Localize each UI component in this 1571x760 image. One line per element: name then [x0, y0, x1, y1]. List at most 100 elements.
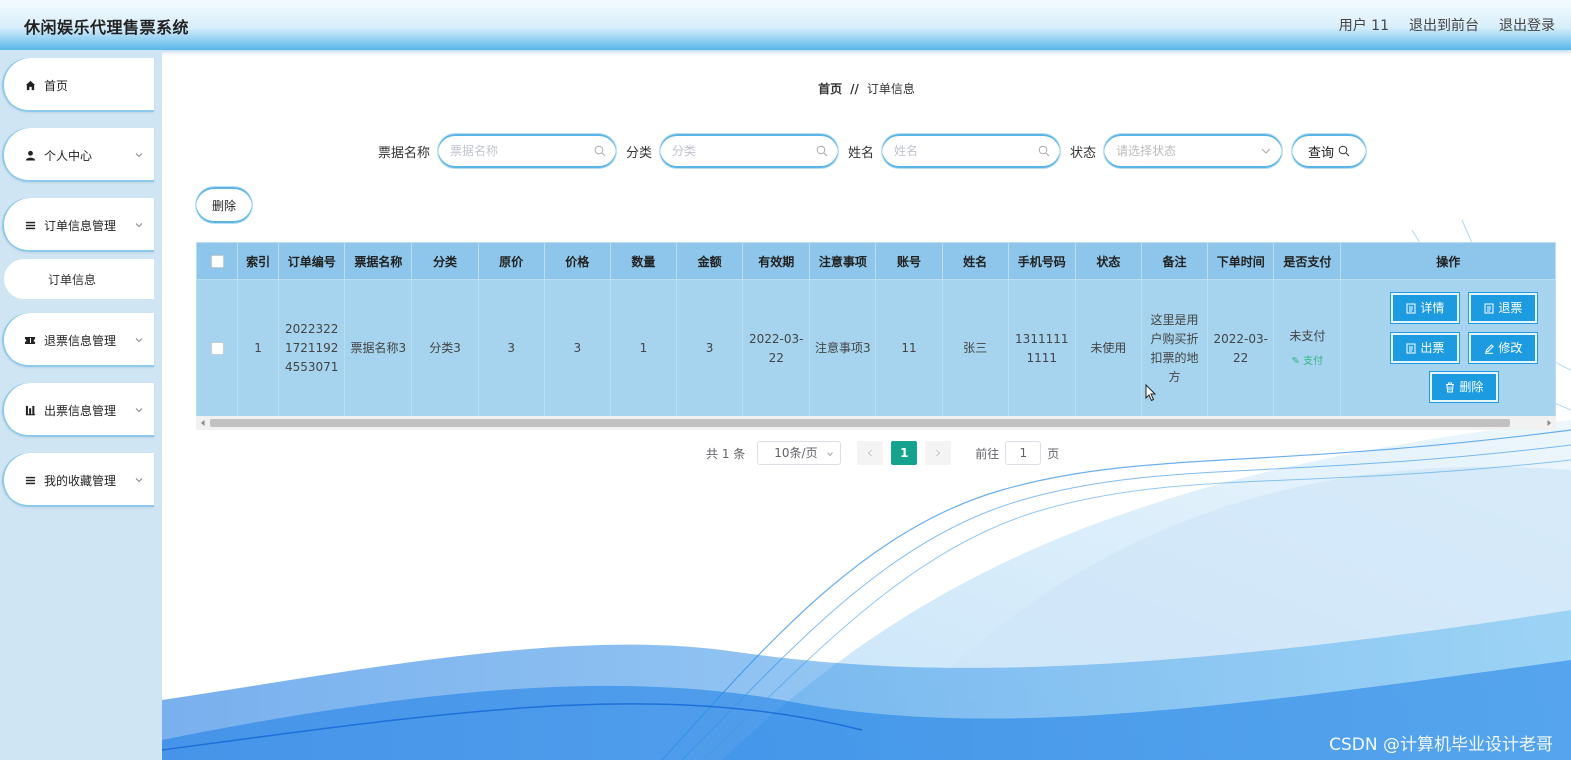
sidebar-item-label: 退票信息管理 [44, 333, 117, 348]
row-checkbox[interactable] [210, 342, 224, 355]
status-label: 状态 [1070, 145, 1097, 161]
page-number-active[interactable]: 1 [891, 441, 918, 465]
column-header: 状态 [1074, 242, 1142, 280]
user-label[interactable]: 用户 11 [1339, 15, 1389, 35]
column-header: 操作 [1340, 242, 1556, 280]
sidebar-item-personal-center[interactable]: 个人中心 [2, 128, 154, 182]
list-icon [24, 219, 36, 231]
pay-link[interactable]: ✎ 支付 [1278, 352, 1336, 371]
sidebar-item-order-management[interactable]: 订单信息管理 [2, 198, 154, 252]
name-input-wrap [882, 134, 1061, 168]
total-count: 共 1 条 [706, 446, 746, 461]
batch-delete-button[interactable]: 删除 [196, 187, 252, 223]
column-header: 票据名称 [344, 242, 413, 280]
column-header: 注意事项 [809, 242, 877, 280]
next-page-button[interactable] [925, 441, 952, 465]
pay-link-label: 支付 [1303, 355, 1324, 367]
breadcrumb-home[interactable]: 首页 [818, 82, 842, 96]
query-button[interactable]: 查询 [1292, 134, 1367, 168]
cell-notice: 注意事项3 [809, 279, 877, 418]
action-buttons: 详情 退票 出票 修改 删除 [1341, 280, 1555, 417]
ticket-name-label: 票据名称 [378, 145, 431, 161]
chevron-down-icon [135, 153, 143, 158]
column-header: 姓名 [941, 242, 1009, 280]
scroll-right-icon[interactable] [1545, 419, 1553, 427]
header-links: 用户 11 退出到前台 退出登录 [1339, 15, 1555, 35]
trash-icon [1446, 382, 1455, 392]
column-header: 账号 [875, 242, 943, 280]
issue-button[interactable]: 出票 [1390, 332, 1461, 364]
search-icon [816, 145, 828, 157]
sidebar-item-issue-management[interactable]: 出票信息管理 [2, 383, 154, 437]
sidebar-item-label: 出票信息管理 [44, 403, 117, 418]
sidebar-item-home[interactable]: 首页 [2, 58, 154, 112]
column-header: 价格 [543, 242, 611, 280]
ticket-name-input[interactable] [450, 142, 591, 160]
scroll-left-icon[interactable] [199, 419, 207, 427]
document-icon [1406, 303, 1416, 313]
column-header: 备注 [1140, 242, 1209, 280]
order-table: 索引 订单编号 票据名称 分类 原价 价格 数量 金额 有效期 注意事项 账号 … [195, 242, 1556, 418]
cell-pay-state: 未支付 ✎ 支付 [1273, 279, 1342, 418]
goto-page-input[interactable]: 1 [1005, 441, 1042, 465]
issue-button-label: 出票 [1420, 340, 1445, 355]
cell-original-price: 3 [477, 279, 545, 418]
detail-button-label: 详情 [1420, 300, 1445, 315]
refund-button[interactable]: 退票 [1468, 292, 1539, 324]
edit-button-label: 修改 [1498, 340, 1523, 355]
chevron-down-icon [135, 478, 143, 483]
back-to-front-link[interactable]: 退出到前台 [1409, 15, 1479, 35]
cell-account: 11 [875, 279, 943, 418]
refund-button-label: 退票 [1498, 300, 1523, 315]
search-icon [1038, 145, 1050, 157]
cell-index: 1 [237, 279, 280, 418]
ticket-icon [24, 334, 36, 346]
chevron-down-icon [1261, 148, 1271, 154]
mouse-cursor-icon [1145, 384, 1157, 402]
menu-icon [24, 474, 36, 486]
horizontal-scrollbar[interactable] [196, 416, 1556, 430]
edit-button[interactable]: 修改 [1468, 332, 1539, 364]
logout-link[interactable]: 退出登录 [1499, 15, 1555, 35]
column-header: 有效期 [742, 242, 811, 280]
sidebar-item-refund-management[interactable]: 退票信息管理 [2, 313, 154, 367]
category-label: 分类 [626, 145, 653, 161]
document-icon [1406, 343, 1416, 353]
delete-row-button-label: 删除 [1459, 379, 1484, 394]
top-header: 休闲娱乐代理售票系统 用户 11 退出到前台 退出登录 [0, 0, 1571, 50]
cell-order-no: 20223221721192 4553071 [278, 279, 346, 418]
breadcrumb-current: 订单信息 [866, 82, 915, 96]
name-input[interactable] [894, 142, 1035, 160]
sidebar-item-label: 个人中心 [44, 148, 93, 163]
sidebar-subitem-order-info[interactable]: 订单信息 [4, 259, 154, 299]
select-all-checkbox[interactable] [210, 255, 224, 268]
query-button-label: 查询 [1308, 145, 1335, 161]
sidebar-item-favorites-management[interactable]: 我的收藏管理 [2, 453, 154, 507]
column-header: 原价 [477, 242, 545, 280]
chart-icon [24, 404, 36, 416]
breadcrumb: 首页 // 订单信息 [162, 80, 1571, 97]
sidebar-item-label: 订单信息管理 [44, 218, 117, 233]
row-select-cell [195, 279, 239, 418]
page-size-select[interactable]: 10条/页 [757, 441, 842, 465]
chevron-down-icon [135, 223, 143, 228]
delete-row-button[interactable]: 删除 [1429, 371, 1500, 403]
status-select[interactable]: 请选择状态 [1104, 134, 1283, 168]
detail-button[interactable]: 详情 [1390, 292, 1461, 324]
user-icon [24, 149, 36, 161]
column-header: 订单编号 [278, 242, 346, 280]
status-select-placeholder: 请选择状态 [1116, 144, 1177, 158]
prev-page-button[interactable] [857, 441, 884, 465]
chevron-down-icon [827, 452, 834, 457]
scrollbar-thumb[interactable] [210, 419, 1510, 427]
column-header: 下单时间 [1207, 242, 1275, 280]
category-input[interactable] [672, 142, 813, 160]
cell-order-time: 2022-03-22 [1207, 279, 1275, 418]
column-header: 金额 [675, 242, 744, 280]
chevron-down-icon [135, 408, 143, 413]
sidebar-item-label: 首页 [44, 78, 69, 93]
column-header: 手机号码 [1007, 242, 1076, 280]
column-header: 是否支付 [1273, 242, 1342, 280]
sidebar-item-label: 我的收藏管理 [44, 473, 117, 488]
cell-category: 分类3 [411, 279, 479, 418]
